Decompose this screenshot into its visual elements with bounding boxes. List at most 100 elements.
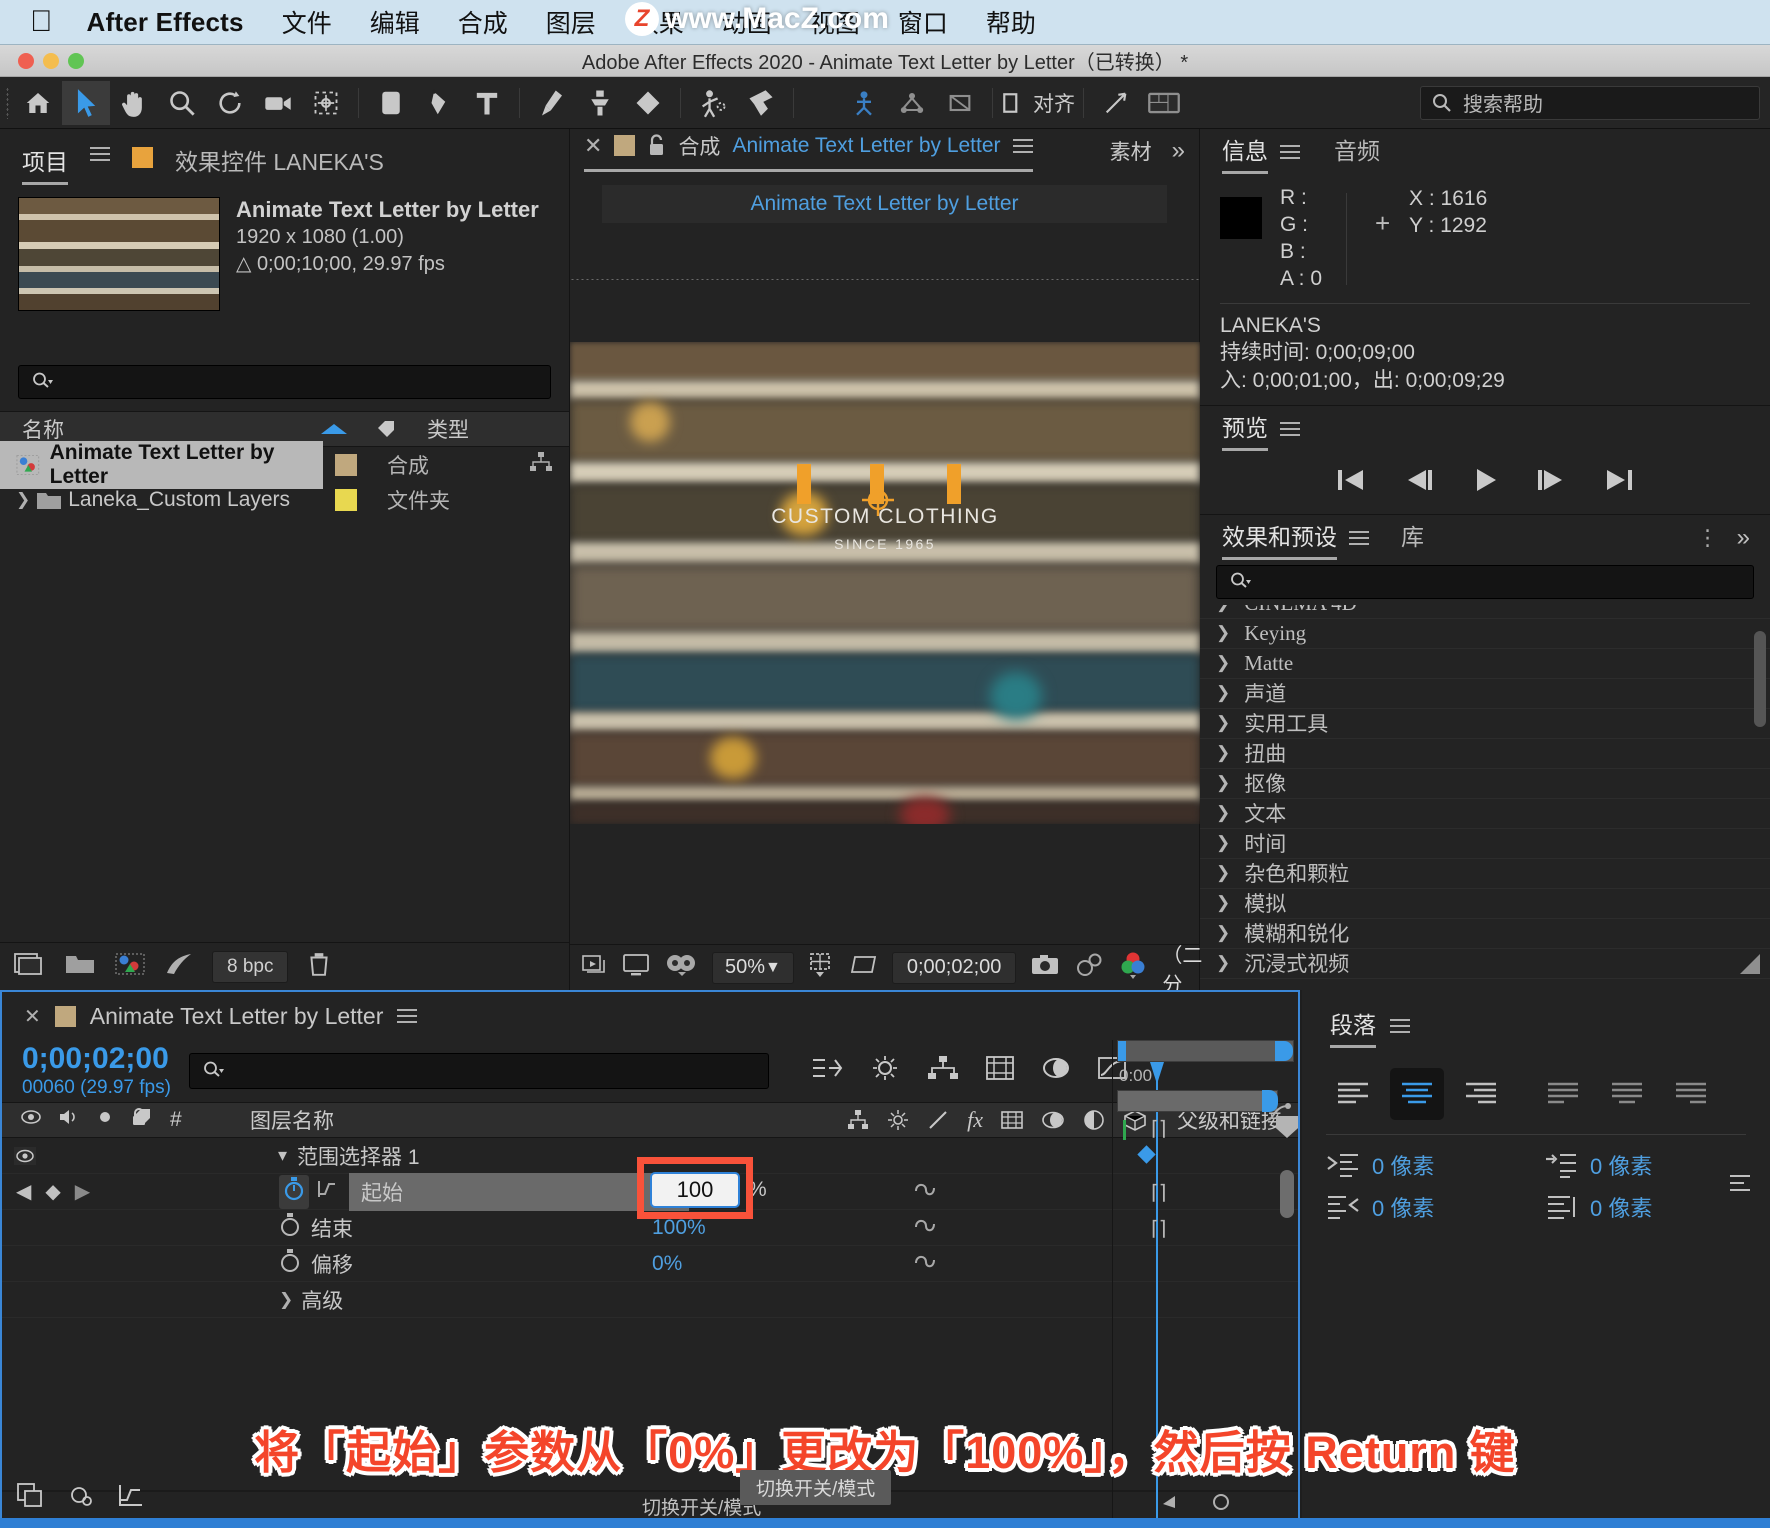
effects-item-cinema4d[interactable]: ❯ CINEMA 4D [1200,605,1770,619]
transparency-grid-icon[interactable] [850,953,878,983]
eraser-tool-icon[interactable] [624,81,672,125]
effects-item-keying[interactable]: ❯ Keying [1200,619,1770,649]
region-of-interest-icon[interactable] [808,952,836,984]
timeline-row-advanced[interactable]: ❯ 高级 [2,1282,1298,1318]
offset-value[interactable]: 0% [652,1252,682,1276]
solo-icon[interactable] [96,1108,114,1132]
effects-item-immersive-video[interactable]: ❯ 沉浸式视频 [1200,949,1770,979]
paragraph-panel-menu-icon[interactable] [1390,1015,1410,1037]
project-row-composition[interactable]: Animate Text Letter by Letter 合成 [0,440,569,489]
pen-tool-icon[interactable] [415,81,463,125]
motion-blur-icon[interactable] [1041,1055,1071,1087]
indent-left-field[interactable]: 0 像素 [1326,1149,1526,1181]
tab-audio[interactable]: 音频 [1334,132,1380,172]
effects-item-time[interactable]: ❯ 时间 [1200,829,1770,859]
home-icon[interactable] [14,81,62,125]
puppet-overlap-icon[interactable] [888,81,936,125]
comp-name-bar[interactable]: Animate Text Letter by Letter [602,185,1167,223]
column-layer-name[interactable]: 图层名称 [242,1105,334,1135]
tab-paragraph[interactable]: 段落 [1330,1006,1376,1048]
clone-stamp-tool-icon[interactable] [576,81,624,125]
timeline-zoom-slider[interactable] [1161,1490,1281,1518]
more-tabs-icon[interactable]: » [1172,137,1185,165]
toolbar-grip[interactable] [0,77,14,128]
viewer-active-tab[interactable]: ✕ 合成 Animate Text Letter by Letter [584,131,1033,172]
tab-effect-controls[interactable]: 效果控件 LANEKA'S [175,143,384,183]
video-visibility-icon[interactable] [20,1108,42,1132]
column-hash[interactable]: # [170,1108,182,1132]
next-frame-icon[interactable] [1534,465,1568,501]
effects-item-distort[interactable]: ❯ 扭曲 [1200,739,1770,769]
end-value[interactable]: 100% [652,1216,706,1240]
expression-link-icon[interactable] [912,1177,938,1207]
effects-list-scrollbar[interactable] [1754,630,1766,727]
indent-first-line-field[interactable]: 0 像素 [1544,1149,1744,1181]
apple-icon[interactable]:  [30,7,53,37]
timeline-row-offset[interactable]: 偏移 0% [2,1246,1298,1282]
menu-item-help[interactable]: 帮助 [986,4,1036,40]
workspace-icon[interactable] [1092,81,1140,125]
chevron-right-icon[interactable]: ❯ [279,1290,293,1310]
chevron-down-icon[interactable]: ▾ [278,1145,287,1166]
zoom-level-select[interactable]: 50% ▼ [712,951,794,984]
timeline-track-area[interactable]: 0:00 ⌈⌉ ⌈⌉ ⌈⌉ [1112,1040,1298,1526]
effects-search-input[interactable] [1216,564,1754,599]
info-panel-menu-icon[interactable] [1280,141,1300,163]
play-icon[interactable] [1470,465,1500,501]
project-panel-menu-icon[interactable] [90,143,110,183]
camera-tool-icon[interactable] [254,81,302,125]
hand-tool-icon[interactable] [110,81,158,125]
effects-item-utility[interactable]: ❯ 实用工具 [1200,709,1770,739]
effects-item-matte[interactable]: ❯ Matte [1200,649,1770,679]
sort-ascending-icon[interactable] [317,421,351,437]
menu-item-file[interactable]: 文件 [282,4,332,40]
viewer-panel-menu-icon[interactable] [1012,135,1033,157]
more-tabs-icon[interactable]: » [1737,524,1750,552]
anchor-point-tool-icon[interactable] [302,81,350,125]
menu-item-composition[interactable]: 合成 [458,4,508,40]
selection-tool-icon[interactable] [62,80,110,125]
effects-item-keying-cn[interactable]: ❯ 抠像 [1200,769,1770,799]
roto-brush-tool-icon[interactable] [689,81,737,125]
delete-icon[interactable] [306,951,332,983]
workspace-layouts-icon[interactable] [1140,81,1188,125]
graph-editor-toggle-icon[interactable] [116,1482,144,1514]
next-keyframe-icon[interactable]: ▶ [75,1179,90,1204]
always-preview-icon[interactable] [582,953,608,983]
channel-rgb-icon[interactable] [1118,951,1148,985]
justify-last-center-icon[interactable] [1600,1068,1654,1120]
puppet-pin-tool-icon[interactable] [737,81,785,125]
row-visibility-icon[interactable] [2,1146,48,1165]
rigid-mask-icon[interactable] [840,81,888,125]
toggle-switches-modes-icon[interactable] [16,1482,44,1514]
graph-editor-property-icon[interactable] [317,1178,341,1206]
hide-shy-layers-icon[interactable] [927,1055,959,1087]
new-comp-icon[interactable] [14,951,46,983]
close-tab-icon[interactable]: ✕ [584,133,602,159]
previous-keyframe-icon[interactable]: ◀ [16,1179,31,1204]
label-tag-icon[interactable] [132,1107,152,1133]
project-row-tag[interactable] [323,453,369,476]
close-tab-icon[interactable]: ✕ [24,1004,41,1029]
show-snapshot-icon[interactable] [1074,952,1104,984]
snapshot-icon[interactable] [1030,953,1060,983]
panel-overflow-dots-icon[interactable]: ⋮ [1697,525,1719,551]
tab-effects-and-presets[interactable]: 效果和预设 [1222,518,1337,560]
composition-preview-image[interactable]: CUSTOM CLOTHING SINCE 1965 [570,342,1200,824]
expression-link-icon[interactable] [912,1249,938,1279]
previous-frame-icon[interactable] [1402,465,1436,501]
effects-panel-menu-icon[interactable] [1349,527,1369,549]
space-after-field[interactable]: 0 像素 [1544,1191,1744,1223]
effects-item-text[interactable]: ❯ 文本 [1200,799,1770,829]
monitor-icon[interactable] [622,953,650,983]
project-row-folder[interactable]: ❯ Laneka_Custom Layers 文件夹 [0,482,569,517]
panel-resize-grip-icon[interactable] [1736,950,1764,984]
audio-icon[interactable] [58,1107,80,1133]
menu-item-edit[interactable]: 编辑 [370,4,420,40]
tab-info[interactable]: 信息 [1222,132,1268,174]
motion-path-icon[interactable] [1264,1100,1292,1132]
rotation-tool-icon[interactable] [206,81,254,125]
tab-project[interactable]: 项目 [22,143,68,185]
zoom-tool-icon[interactable] [158,81,206,125]
timeline-search-input[interactable] [188,1053,769,1089]
